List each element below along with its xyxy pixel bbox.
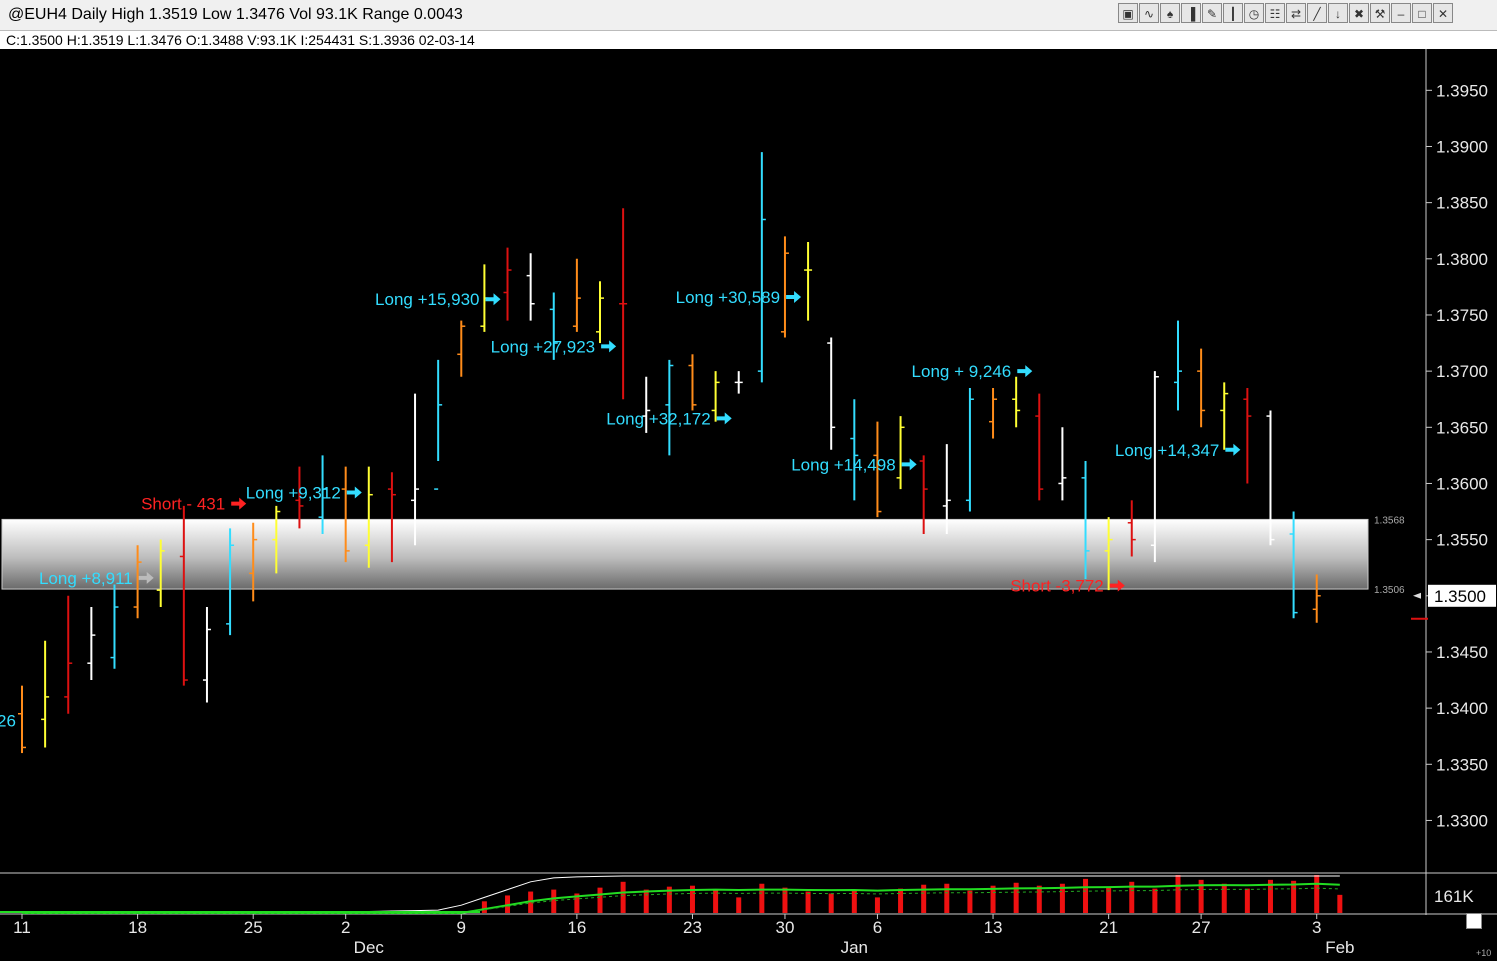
volume-bar — [944, 883, 950, 913]
y-tick-label: 1.3300 — [1436, 811, 1488, 830]
band-lower-label: 1.3506 — [1374, 585, 1405, 596]
trade-annotation: Long +14,498 — [791, 455, 895, 474]
minimize-icon[interactable]: – — [1391, 3, 1411, 23]
x-day-label: 25 — [244, 918, 263, 937]
y-tick-label: 1.3950 — [1436, 81, 1488, 100]
x-day-label: 30 — [775, 918, 794, 937]
toolbar: ▣ ∿ ♠ ▐ ✎ ┃ ◷ ☷ ⇄ ╱ ↓ ✖ ⚒ – □ ✕ — [1118, 3, 1453, 27]
info-bar: C:1.3500 H:1.3519 L:1.3476 O:1.3488 V:93… — [0, 31, 1497, 50]
volume-bar — [1152, 888, 1158, 913]
page-icon[interactable]: ☷ — [1265, 3, 1285, 23]
red-arrow-icon[interactable]: ↓ — [1328, 3, 1348, 23]
volume-bar — [597, 887, 603, 913]
y-tick-label: 1.3800 — [1436, 250, 1488, 269]
chart-icon[interactable]: ▣ — [1118, 3, 1138, 23]
x-day-label: 3 — [1312, 918, 1321, 937]
y-tick-label: 1.3750 — [1436, 306, 1488, 325]
volume-bar — [782, 887, 788, 913]
last-price-label: 1.3500 — [1434, 587, 1486, 606]
trade-annotation: Long +27,923 — [491, 337, 595, 356]
volume-label: 161K — [1434, 887, 1474, 906]
x-day-label: 21 — [1099, 918, 1118, 937]
trade-annotation: Long +14,347 — [1115, 441, 1219, 460]
trade-annotation: Short -3,772 — [1010, 577, 1104, 596]
volume-bar — [759, 883, 765, 913]
resize-handle[interactable] — [1466, 913, 1482, 929]
chart-window: @EUH4 Daily High 1.3519 Low 1.3476 Vol 9… — [0, 0, 1497, 961]
y-tick-label: 1.3400 — [1436, 699, 1488, 718]
volume-bar — [1337, 894, 1343, 913]
y-tick-label: 1.3900 — [1436, 137, 1488, 156]
line-icon[interactable]: ╱ — [1307, 3, 1327, 23]
y-tick-label: 1.3700 — [1436, 362, 1488, 381]
y-tick-label: 1.3450 — [1436, 643, 1488, 662]
price-chart[interactable]: 1.3568 1.3506 1.3950 1.3900 1.3850 1.3800 1.37… — [0, 49, 1497, 961]
trade-annotation: Long +9,312 — [246, 483, 341, 502]
x-day-label: 11 — [13, 918, 31, 937]
bars-icon[interactable]: ▐ — [1181, 3, 1201, 23]
waves-icon[interactable]: ∿ — [1139, 3, 1159, 23]
close-icon[interactable]: ✕ — [1433, 3, 1453, 23]
volume-bar — [736, 897, 742, 913]
volume-bar — [551, 889, 557, 913]
trade-annotation: Long + 9,246 — [912, 362, 1012, 381]
restore-icon[interactable]: □ — [1412, 3, 1432, 23]
trash-icon[interactable]: ✖ — [1349, 3, 1369, 23]
trade-annotation: Long +15,930 — [375, 290, 479, 309]
volume-bar — [1036, 885, 1042, 913]
volume-bar — [643, 889, 649, 913]
volume-bar — [1314, 874, 1320, 913]
price-info-line: C:1.3500 H:1.3519 L:1.3476 O:1.3488 V:93… — [6, 32, 475, 48]
volume-bar — [1013, 882, 1019, 913]
tree-icon[interactable]: ♠ — [1160, 3, 1180, 23]
volume-bar — [481, 901, 487, 913]
volume-bar — [805, 891, 811, 913]
volume-bar — [620, 881, 626, 913]
volume-bar — [1291, 880, 1297, 913]
clock-icon[interactable]: ◷ — [1244, 3, 1264, 23]
y-tick-label: 1.3850 — [1436, 194, 1488, 213]
title-bar: @EUH4 Daily High 1.3519 Low 1.3476 Vol 9… — [0, 0, 1497, 31]
candle-icon[interactable]: ┃ — [1223, 3, 1243, 23]
support-band — [1, 518, 1369, 590]
x-day-label: 16 — [567, 918, 586, 937]
tools-icon[interactable]: ⚒ — [1370, 3, 1390, 23]
volume-bar — [828, 893, 834, 913]
trade-annotation: Long +30,589 — [676, 288, 780, 307]
x-day-label: 2 — [341, 918, 350, 937]
volume-bar — [1175, 874, 1181, 913]
volume-bar — [967, 890, 973, 913]
pencil-icon[interactable]: ✎ — [1202, 3, 1222, 23]
x-day-label: 23 — [683, 918, 702, 937]
y-tick-label: 1.3600 — [1436, 474, 1488, 493]
trade-annotation: 26 — [0, 711, 16, 730]
volume-bar — [1244, 888, 1250, 913]
x-day-label: 13 — [984, 918, 1003, 937]
x-day-label: 6 — [873, 918, 882, 937]
band-upper-label: 1.3568 — [1374, 515, 1405, 526]
x-day-label: 9 — [457, 918, 466, 937]
volume-bar — [898, 888, 904, 913]
trade-annotation: Long +32,172 — [606, 409, 710, 428]
y-tick-label: 1.3550 — [1436, 531, 1488, 550]
trade-annotation: Short - 431 — [141, 495, 225, 514]
trade-annotation: Long +8,911 — [39, 569, 133, 588]
volume-bar — [1083, 878, 1089, 913]
y-tick-label: 1.3650 — [1436, 418, 1488, 437]
x-month-label: Dec — [354, 938, 385, 957]
window-title: @EUH4 Daily High 1.3519 Low 1.3476 Vol 9… — [8, 6, 463, 23]
x-month-label: Feb — [1325, 938, 1354, 957]
x-day-label: 18 — [128, 918, 147, 937]
y-tick-label: 1.3350 — [1436, 755, 1488, 774]
x-month-label: Jan — [841, 938, 868, 957]
arrows-icon[interactable]: ⇄ — [1286, 3, 1306, 23]
volume-bar — [1221, 883, 1227, 913]
volume-bar — [874, 897, 880, 913]
x-day-label: 27 — [1192, 918, 1211, 937]
scale-marker-label: +10 — [1476, 948, 1492, 958]
